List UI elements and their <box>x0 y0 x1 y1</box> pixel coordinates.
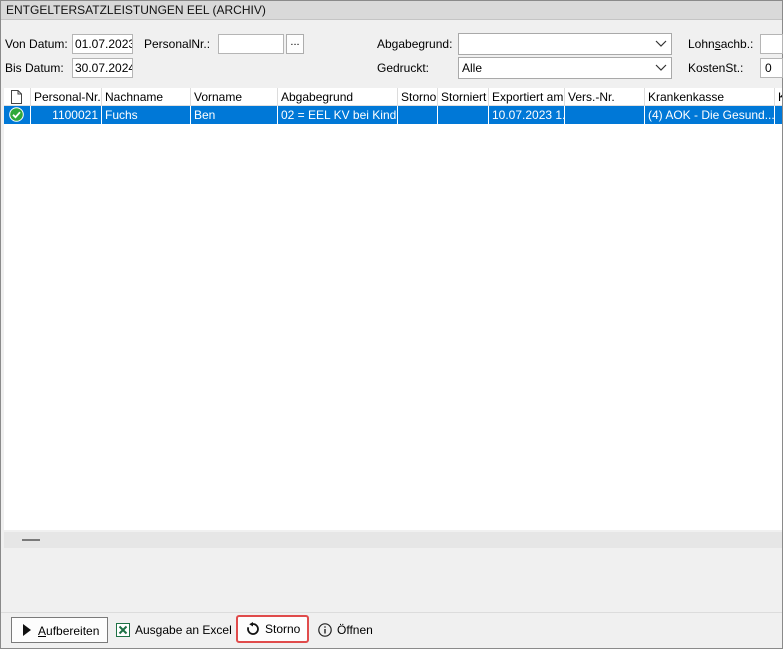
aufbereiten-accel: A <box>38 624 47 638</box>
undo-icon <box>247 622 259 635</box>
header-k[interactable]: K <box>775 88 782 106</box>
cell-nachname: Fuchs <box>102 106 191 124</box>
storno-button[interactable]: Storno <box>236 615 309 643</box>
personalnr-lookup-button[interactable]: ... <box>286 34 304 54</box>
detail-panel <box>4 548 782 610</box>
aufbereiten-label-rest: ufbereiten <box>46 624 100 638</box>
row-status-cell <box>4 106 31 124</box>
cell-personal-nr: 1100021 <box>31 106 102 124</box>
header-vers-nr[interactable]: Vers.-Nr. <box>565 88 645 106</box>
von-datum-label: Von Datum: <box>5 37 68 51</box>
grid-header: Personal-Nr. Nachname Vorname Abgabegrun… <box>4 88 782 106</box>
window-title: ENTGELTERSATZLEISTUNGEN EEL (ARCHIV) <box>1 1 782 20</box>
storno-label: Storno <box>265 622 301 636</box>
document-icon <box>11 90 22 104</box>
aufbereiten-button[interactable]: Aufbereiten <box>11 617 108 643</box>
personalnr-input[interactable] <box>218 34 284 54</box>
cell-krankenkasse: (4) AOK - Die Gesund... <box>645 106 775 124</box>
lohnsachb-input[interactable] <box>760 34 783 54</box>
bottom-toolbar: Aufbereiten Ausgabe an Excel Storno Öffn… <box>1 612 782 648</box>
header-abgabegrund[interactable]: Abgabegrund <box>278 88 398 106</box>
check-circle-icon <box>9 107 24 122</box>
header-storniert[interactable]: Storniert <box>438 88 489 106</box>
splitter-grip <box>22 539 40 541</box>
bis-datum-input[interactable]: 30.07.2024 <box>72 58 133 78</box>
header-nachname[interactable]: Nachname <box>102 88 191 106</box>
lohnsachb-label-pre: Lohn <box>688 37 715 51</box>
von-datum-input[interactable]: 01.07.2023 <box>72 34 133 54</box>
header-exportiert-am[interactable]: Exportiert am <box>489 88 565 106</box>
chevron-down-icon <box>655 40 667 47</box>
gedruckt-select[interactable]: Alle <box>458 57 672 79</box>
excel-icon <box>116 623 130 637</box>
data-grid[interactable]: Personal-Nr. Nachname Vorname Abgabegrun… <box>4 88 782 530</box>
excel-export-button[interactable]: Ausgabe an Excel <box>114 617 232 643</box>
header-storno[interactable]: Storno <box>398 88 438 106</box>
kostenst-label: KostenSt.: <box>688 61 744 75</box>
excel-export-label: Ausgabe an Excel <box>135 623 232 637</box>
oeffnen-label: Öffnen <box>337 623 373 637</box>
lohnsachb-label-post: achb.: <box>720 37 754 51</box>
info-icon <box>318 623 332 637</box>
aufbereiten-label: Aufbereiten <box>38 618 99 644</box>
cell-vers-nr <box>565 106 645 124</box>
cell-storniert <box>438 106 489 124</box>
cell-vorname: Ben <box>191 106 278 124</box>
header-krankenkasse[interactable]: Krankenkasse <box>645 88 775 106</box>
bis-datum-label: Bis Datum: <box>5 61 64 75</box>
chevron-down-icon <box>655 64 667 71</box>
cell-abgabegrund: 02 = EEL KV bei Kind... <box>278 106 398 124</box>
gedruckt-label: Gedruckt: <box>377 61 430 75</box>
table-row[interactable]: 1100021 Fuchs Ben 02 = EEL KV bei Kind..… <box>4 106 782 124</box>
abgabegrund-select[interactable] <box>458 33 672 55</box>
kostenst-input[interactable]: 0 <box>760 58 783 78</box>
header-document-column[interactable] <box>4 88 31 106</box>
lohnsachb-label: Lohnsachb.: <box>688 34 753 54</box>
abgabegrund-label: Abgabegrund: <box>377 37 453 51</box>
cell-storno <box>398 106 438 124</box>
gedruckt-value: Alle <box>462 61 483 75</box>
header-personal-nr[interactable]: Personal-Nr. <box>31 88 102 106</box>
play-icon <box>23 624 31 636</box>
personalnr-label: PersonalNr.: <box>144 37 211 51</box>
panel-splitter[interactable] <box>4 532 782 548</box>
cell-k <box>775 106 782 124</box>
cell-exportiert-am: 10.07.2023 1... <box>489 106 565 124</box>
header-vorname[interactable]: Vorname <box>191 88 278 106</box>
oeffnen-button[interactable]: Öffnen <box>314 617 384 643</box>
